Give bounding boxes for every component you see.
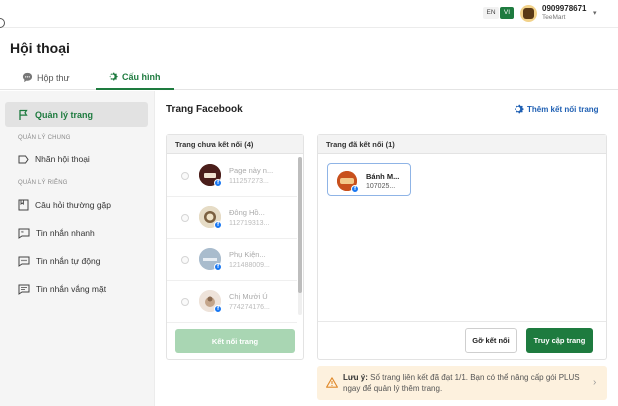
page-id: 112719313... [229,220,270,227]
sidebar-item-label: Tin nhắn vắng mặt [36,284,107,294]
tab-config-label: Cấu hình [122,71,161,82]
tab-bar: Hộp thư Cấu hình [0,65,618,90]
sidebar: Quản lý trang QUẢN LÝ CHUNG Nhãn hội tho… [0,91,155,406]
sidebar-item-faq[interactable]: Câu hỏi thường gặp [18,198,111,212]
sidebar-item-label: Nhãn hội thoại [35,154,90,164]
sidebar-item-label: Quản lý trang [35,109,94,120]
page-id: 121488009... [229,262,270,269]
notice-message: Số trang liên kết đã đạt 1/1. Bạn có thể… [343,373,580,393]
disconnect-button[interactable]: Gỡ kết nối [465,328,517,353]
page-radio[interactable] [181,214,189,222]
page-name: Đông Hồ... [229,208,265,217]
sidebar-item-label: Câu hỏi thường gặp [35,200,112,210]
tab-inbox[interactable]: Hộp thư [22,65,70,90]
notice-text: Lưu ý: Số trang liên kết đã đạt 1/1. Bạn… [343,372,591,394]
sidebar-item-away-messages[interactable]: Tin nhắn vắng mặt [18,282,106,296]
list-item[interactable]: f Phụ Kiện... 121488009... [167,239,297,281]
content-title: Trang Facebook [166,104,243,115]
sidebar-item-label: Tin nhắn nhanh [36,228,95,238]
circle-icon [0,18,5,28]
tab-config[interactable]: Cấu hình [96,65,174,90]
page-radio[interactable] [181,172,189,180]
facebook-icon: f [351,185,359,193]
gear-icon [107,71,118,82]
facebook-icon: f [214,179,222,187]
sidebar-section-general: QUẢN LÝ CHUNG [18,135,71,141]
page-id: 107025... [366,183,396,190]
list-item[interactable]: f Chị Mười Ú 774274176... [167,281,297,323]
page-title: Hội thoại [10,40,70,56]
facebook-icon: f [214,305,222,313]
connect-page-button[interactable]: Kết nối trang [175,329,295,353]
page-id: 111257273... [229,178,269,185]
page-radio[interactable] [181,256,189,264]
account-name[interactable]: TeeMart [542,14,565,21]
sidebar-item-quick-messages[interactable]: ❝ Tin nhắn nhanh [18,226,95,240]
list-scrollbar[interactable] [298,157,302,315]
page-name: Page này n... [229,166,274,175]
gear-icon [512,103,524,115]
connected-pages-panel: Trang đã kết nối (1) f Bánh M... 107025.… [317,134,607,360]
connected-pages-header: Trang đã kết nối (1) [318,135,606,154]
page-radio[interactable] [181,298,189,306]
notice-label: Lưu ý: [343,373,368,382]
tab-inbox-label: Hộp thư [37,72,70,83]
message-dots-icon [18,256,30,267]
warning-icon [326,377,338,388]
language-en-button[interactable]: EN [483,7,499,19]
message-lines-icon [18,284,30,295]
language-vi-button[interactable]: VI [500,7,514,19]
add-page-connection-label: Thêm kết nối trang [527,104,599,114]
list-item[interactable]: f Đông Hồ... 112719313... [167,197,297,239]
tag-icon [18,155,29,164]
sidebar-item-page-management[interactable]: Quản lý trang [5,102,148,127]
sidebar-item-conversation-labels[interactable]: Nhãn hội thoại [18,152,90,166]
sidebar-item-auto-messages[interactable]: Tin nhắn tự động [18,254,100,268]
flag-icon [18,109,29,121]
quote-message-icon: ❝ [18,228,30,239]
account-avatar[interactable] [520,5,537,22]
connected-page-card[interactable]: f Bánh M... 107025... [327,163,411,196]
facebook-icon: f [214,263,222,271]
svg-text:❝: ❝ [21,230,24,236]
chat-bubble-icon [22,72,33,83]
unconnected-pages-panel: Trang chưa kết nối (4) f Page này n... 1… [166,134,304,360]
add-page-connection-link[interactable]: Thêm kết nối trang [512,103,599,115]
chevron-right-icon[interactable]: › [593,377,596,388]
upgrade-notice[interactable]: Lưu ý: Số trang liên kết đã đạt 1/1. Bạn… [317,366,607,400]
visit-page-button[interactable]: Truy cập trang [526,328,593,353]
scrollbar-thumb[interactable] [298,157,302,293]
top-bar: EN VI 0909978671 TeeMart ▾ [0,0,618,28]
account-phone[interactable]: 0909978671 [542,4,587,13]
chevron-down-icon[interactable]: ▾ [593,9,597,17]
page-name: Phụ Kiện... [229,250,266,259]
facebook-icon: f [214,221,222,229]
bookmark-icon [18,199,29,211]
page-id: 774274176... [229,304,270,311]
unconnected-pages-header: Trang chưa kết nối (4) [167,135,303,154]
page-name: Bánh M... [366,172,400,181]
sidebar-item-label: Tin nhắn tự động [36,256,101,266]
list-item[interactable]: f Page này n... 111257273... [167,155,297,197]
page-name: Chị Mười Ú [229,292,268,301]
panel-divider [318,321,606,322]
sidebar-section-private: QUẢN LÝ RIÊNG [18,180,68,186]
